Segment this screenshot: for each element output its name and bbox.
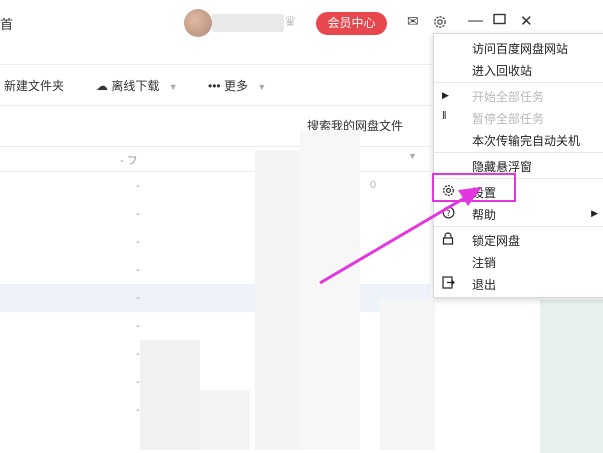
annotation-arrow xyxy=(319,187,482,285)
